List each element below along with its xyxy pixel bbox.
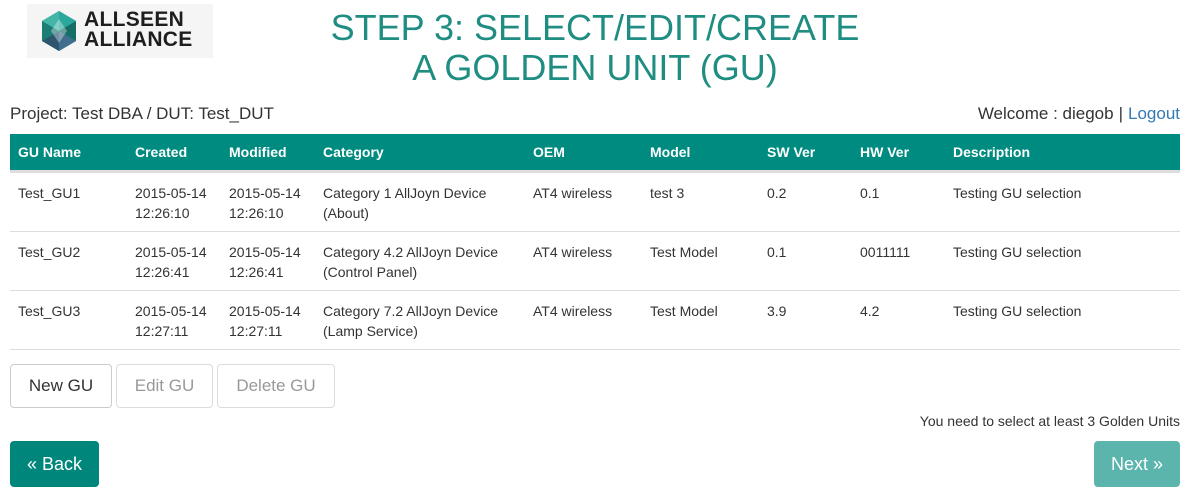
cell-sw-ver: 0.1 [759,231,852,291]
cell-created: 2015-05-14 12:26:10 [127,171,221,232]
welcome-text: Welcome : diegob [977,104,1114,123]
column-header-oem[interactable]: OEM [525,134,642,173]
column-header-description[interactable]: Description [945,134,1180,173]
table-row[interactable]: Test_GU3 2015-05-14 12:27:11 2015-05-14 12… [10,290,1180,350]
column-header-hw-ver[interactable]: HW Ver [852,134,945,173]
logo-line-2: ALLIANCE [84,28,193,51]
back-button[interactable]: « Back [10,441,99,487]
cell-modified: 2015-05-14 12:26:41 [221,231,315,291]
welcome-separator: | [1118,104,1123,123]
category-name: Category 7.2 AllJoyn Device [323,302,499,319]
new-gu-button[interactable]: New GU [10,364,112,408]
cell-category: Category 4.2 AllJoyn Device (Control Pane… [315,231,525,291]
page-title-line-1: STEP 3: SELECT/EDIT/CREATE [330,7,860,48]
column-header-model[interactable]: Model [642,134,759,173]
edit-gu-button[interactable]: Edit GU [116,364,213,408]
modified-date: 2015-05-14 [229,243,301,260]
modified-time: 12:26:10 [229,204,284,221]
category-name: Category 1 AllJoyn Device [323,184,487,201]
cell-gu-name: Test_GU3 [10,290,127,350]
cell-oem: AT4 wireless [525,231,642,291]
created-date: 2015-05-14 [135,243,207,260]
column-header-created[interactable]: Created [127,134,221,173]
cell-sw-ver: 0.2 [759,171,852,232]
cell-category: Category 1 AllJoyn Device (About) [315,171,525,232]
cell-created: 2015-05-14 12:27:11 [127,290,221,350]
table-header-row: GU Name Created Modified Category OEM Mo… [10,134,1180,173]
page-title-line-2: A GOLDEN UNIT (GU) [412,47,778,88]
modified-time: 12:26:41 [229,263,284,280]
cell-oem: AT4 wireless [525,171,642,232]
table-row[interactable]: Test_GU1 2015-05-14 12:26:10 2015-05-14 12… [10,171,1180,232]
cell-sw-ver: 3.9 [759,290,852,350]
column-header-sw-ver[interactable]: SW Ver [759,134,852,173]
category-detail: (Lamp Service) [323,322,418,339]
cell-description: Testing GU selection [945,231,1180,291]
cell-model: test 3 [642,171,759,232]
allseen-logo-icon [42,11,76,51]
column-header-modified[interactable]: Modified [221,134,315,173]
category-detail: (Control Panel) [323,263,418,280]
created-time: 12:26:41 [135,263,190,280]
cell-hw-ver: 4.2 [852,290,945,350]
column-header-category[interactable]: Category [315,134,525,173]
page-title: STEP 3: SELECT/EDIT/CREATE A GOLDEN UNIT… [260,8,930,88]
logo-line-1: ALLSEEN [84,8,185,31]
category-name: Category 4.2 AllJoyn Device [323,243,499,260]
modified-time: 12:27:11 [229,322,283,339]
cell-description: Testing GU selection [945,290,1180,350]
cell-description: Testing GU selection [945,171,1180,232]
cell-oem: AT4 wireless [525,290,642,350]
project-info: Project: Test DBA / DUT: Test_DUT [10,104,274,123]
delete-gu-button[interactable]: Delete GU [217,364,335,408]
selection-hint: You need to select at least 3 Golden Uni… [919,413,1180,429]
logout-link[interactable]: Logout [1128,104,1180,123]
created-time: 12:26:10 [135,204,190,221]
cell-modified: 2015-05-14 12:27:11 [221,290,315,350]
cell-created: 2015-05-14 12:26:41 [127,231,221,291]
created-time: 12:27:11 [135,322,189,339]
modified-date: 2015-05-14 [229,184,301,201]
created-date: 2015-05-14 [135,302,207,319]
cell-gu-name: Test_GU1 [10,171,127,232]
cell-modified: 2015-05-14 12:26:10 [221,171,315,232]
golden-unit-table: GU Name Created Modified Category OEM Mo… [10,134,1180,350]
cell-hw-ver: 0011111 [852,231,945,291]
modified-date: 2015-05-14 [229,302,301,319]
next-button[interactable]: Next » [1094,441,1180,487]
cell-model: Test Model [642,231,759,291]
column-header-gu-name[interactable]: GU Name [10,134,127,173]
category-detail: (About) [323,204,369,221]
cell-model: Test Model [642,290,759,350]
allseen-logo: ALLSEEN ALLIANCE [27,4,213,58]
table-row[interactable]: Test_GU2 2015-05-14 12:26:41 2015-05-14 12… [10,231,1180,291]
cell-gu-name: Test_GU2 [10,231,127,291]
user-welcome: Welcome : diegob | Logout [978,104,1180,124]
cell-category: Category 7.2 AllJoyn Device (Lamp Service… [315,290,525,350]
cell-hw-ver: 0.1 [852,171,945,232]
created-date: 2015-05-14 [135,184,207,201]
